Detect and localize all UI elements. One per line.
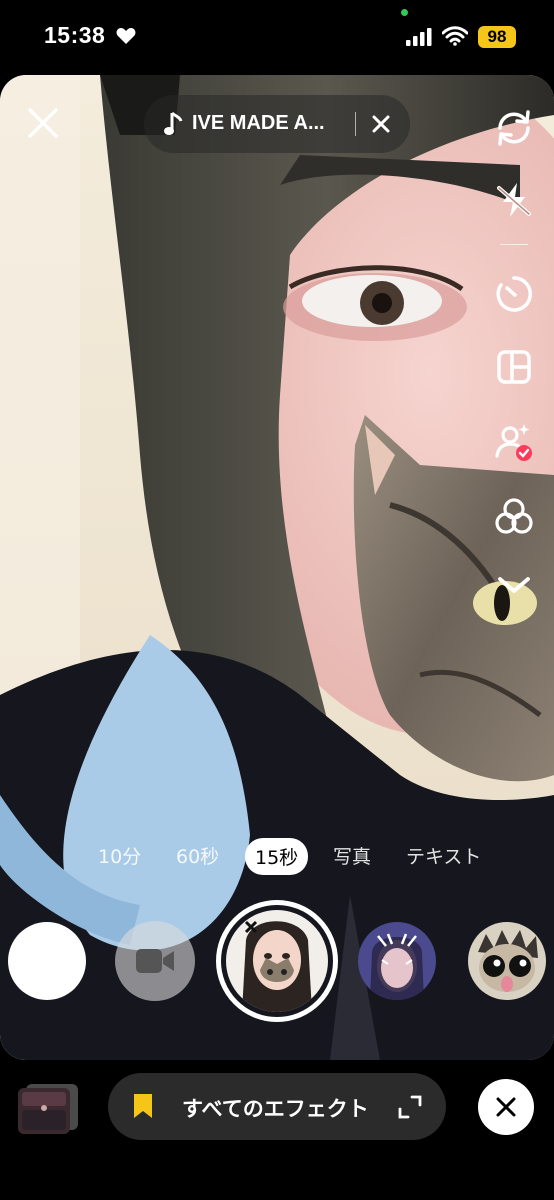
layout-icon[interactable] xyxy=(494,347,534,387)
effect-thumbnail-image xyxy=(358,922,436,1000)
photo-capture-button[interactable] xyxy=(8,922,86,1000)
close-button[interactable] xyxy=(24,104,62,142)
effect-thumbnail-image xyxy=(468,922,546,1000)
beauty-icon[interactable] xyxy=(494,422,534,462)
remove-music-icon[interactable] xyxy=(372,115,390,133)
all-effects-button[interactable]: すべてのエフェクト xyxy=(108,1073,446,1140)
flash-off-icon[interactable] xyxy=(494,180,534,220)
signal-icon xyxy=(406,28,432,46)
chevron-down-icon[interactable] xyxy=(494,565,534,605)
video-mode-button[interactable] xyxy=(115,921,195,1001)
gallery-thumbnail[interactable] xyxy=(18,1080,78,1134)
toolbar-divider xyxy=(500,244,528,245)
music-selector[interactable]: IVE MADE A... xyxy=(144,95,410,153)
effect-thumbnail-2[interactable] xyxy=(358,922,436,1000)
music-note-icon xyxy=(164,111,183,135)
pill-divider xyxy=(355,112,356,136)
status-bar: 15:38 98 xyxy=(0,0,554,75)
all-effects-label: すべてのエフェクト xyxy=(182,1097,369,1121)
mode-60sec[interactable]: 60秒 xyxy=(176,842,219,869)
effect-preview-image xyxy=(226,910,328,1012)
gallery-image xyxy=(18,1084,78,1134)
mode-10min[interactable]: 10分 xyxy=(98,842,141,869)
privacy-indicator xyxy=(401,9,408,16)
battery-icon: 98 xyxy=(478,26,516,48)
close-effects-button[interactable] xyxy=(478,1079,534,1135)
bookmark-icon xyxy=(134,1094,152,1118)
music-title: IVE MADE A... xyxy=(192,112,325,134)
effect-preview-selected xyxy=(226,910,328,1012)
close-icon xyxy=(496,1097,516,1117)
mode-photo[interactable]: 写真 xyxy=(333,842,371,869)
effect-thumbnail-3[interactable] xyxy=(468,922,546,1000)
mode-15sec[interactable]: 15秒 xyxy=(245,838,309,875)
filters-icon[interactable] xyxy=(494,497,534,537)
heart-icon xyxy=(116,28,136,44)
wifi-icon xyxy=(442,26,468,46)
timer-icon[interactable] xyxy=(494,274,534,314)
expand-icon xyxy=(398,1095,422,1119)
video-camera-icon xyxy=(136,949,174,973)
record-button-with-effect[interactable] xyxy=(216,900,338,1022)
status-time: 15:38 xyxy=(44,22,106,48)
flip-camera-icon[interactable] xyxy=(494,108,534,148)
mode-text[interactable]: テキスト xyxy=(406,842,481,869)
